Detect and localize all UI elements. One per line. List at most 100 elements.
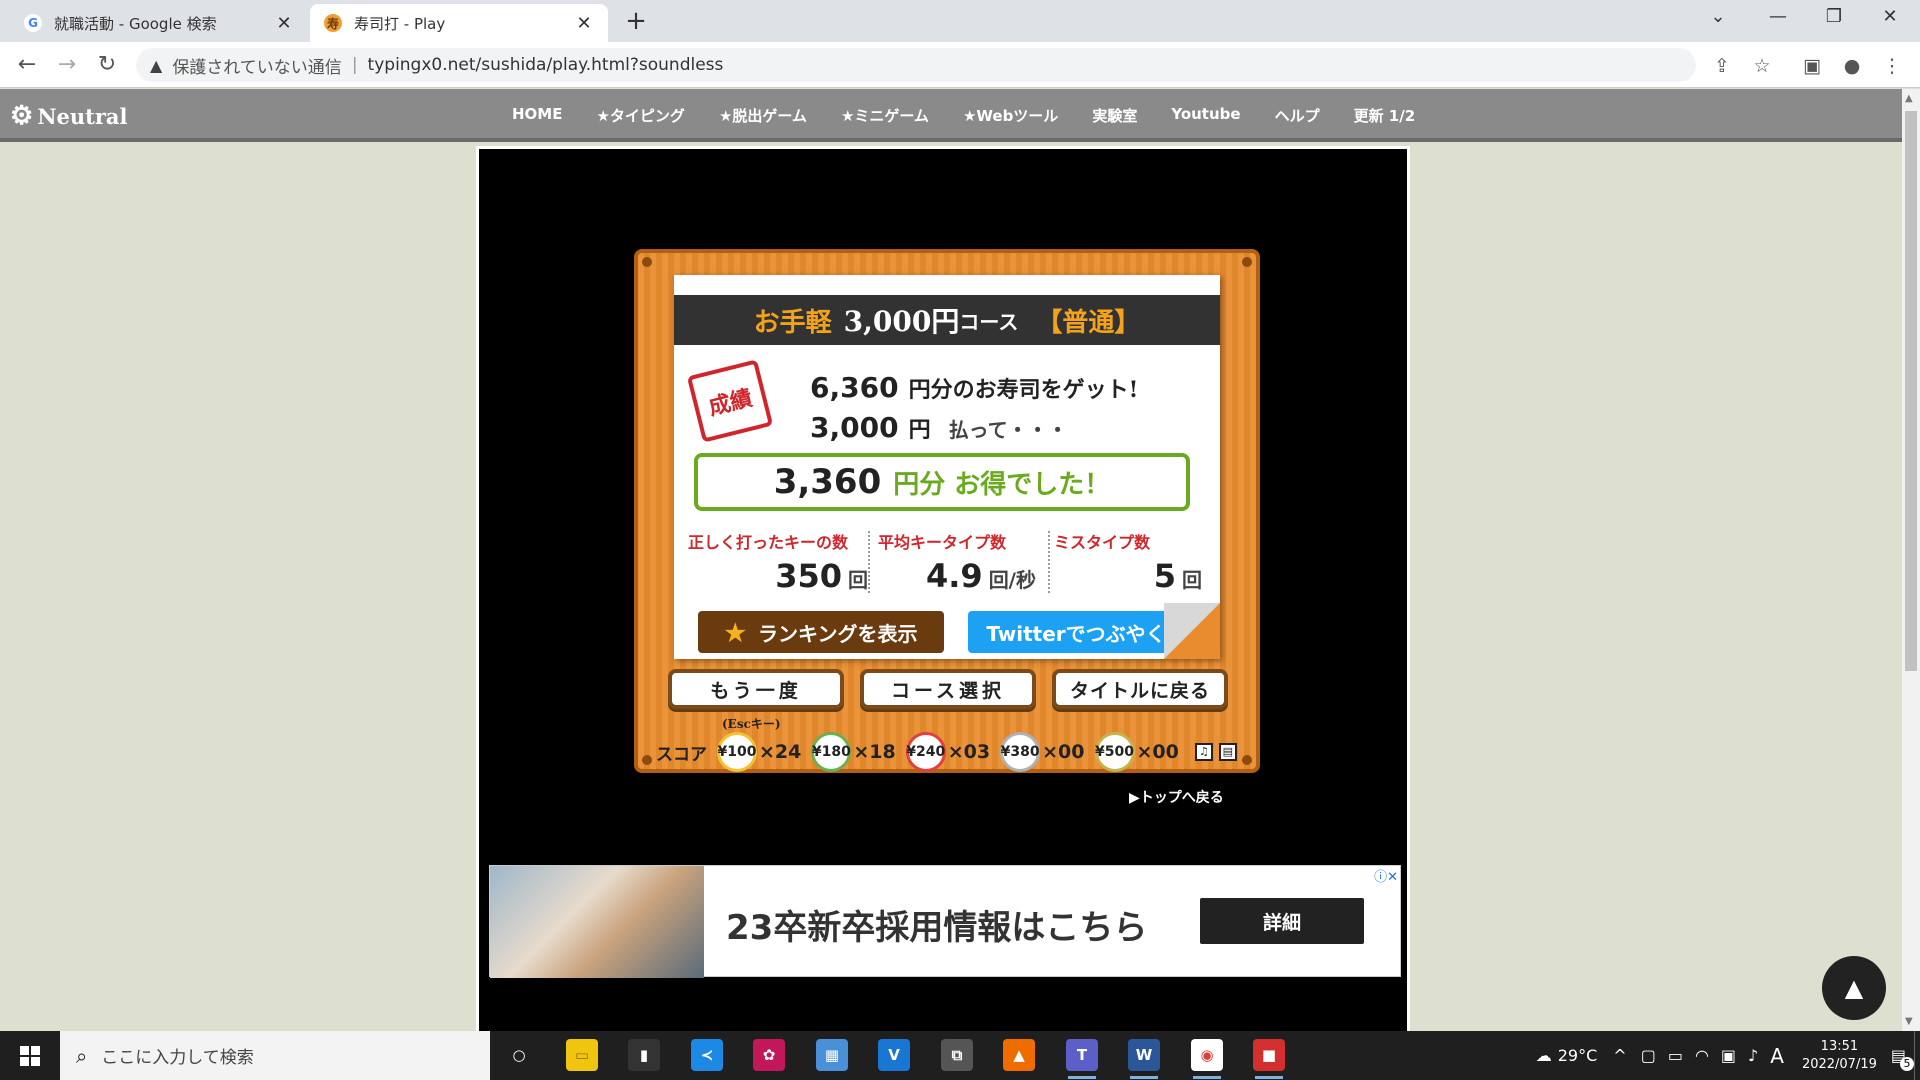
nav-lab[interactable]: 実験室	[1092, 105, 1137, 126]
scrollbar-thumb[interactable]	[1905, 111, 1917, 671]
new-tab-button[interactable]: +	[620, 6, 652, 36]
terminal-icon[interactable]: ▮	[628, 1039, 660, 1071]
game-area: お手軽 3,000円 コース 【普通】 成績 6,360 円分のお寿司をゲット!…	[476, 146, 1410, 1031]
course-banner: お手軽 3,000円 コース 【普通】	[674, 295, 1220, 345]
settings-icon[interactable]: ▤	[1218, 743, 1237, 761]
tab-search-icon[interactable]: ⌄	[1698, 6, 1738, 27]
restore-button[interactable]: ❐	[1814, 6, 1854, 27]
tab-sushida[interactable]: 寿 寿司打 - Play ✕	[310, 4, 608, 42]
camera-icon[interactable]: ▢	[1641, 1046, 1656, 1065]
site-logo[interactable]: ⚙ Neutral	[10, 101, 128, 131]
course-select-button[interactable]: コース選択	[860, 669, 1036, 709]
share-icon[interactable]: ⇪	[1708, 52, 1736, 80]
ad-photo	[490, 866, 704, 978]
vnc-viewer-icon[interactable]: V	[878, 1039, 910, 1071]
chrome-icon[interactable]: ◉	[1191, 1039, 1223, 1079]
back-button[interactable]: ←	[12, 50, 42, 80]
remote-desktop-icon[interactable]: ⧉	[941, 1039, 973, 1071]
show-desktop-button[interactable]	[1914, 1031, 1920, 1080]
stat-misses: ミスタイプ数 5回	[1054, 529, 1202, 595]
show-ranking-button[interactable]: ★ ランキングを表示	[698, 611, 944, 653]
vscode-icon[interactable]: ≺	[691, 1039, 723, 1071]
close-icon[interactable]: ✕	[274, 13, 294, 34]
ime-indicator[interactable]: A	[1770, 1044, 1784, 1068]
word-icon[interactable]: W	[1128, 1039, 1160, 1079]
url-text[interactable]: typingx0.net/sushida/play.html?soundless	[368, 55, 724, 75]
warning-icon[interactable]: ▲	[150, 56, 162, 75]
close-icon[interactable]: ✕	[574, 13, 594, 34]
ad-detail-button[interactable]: 詳細	[1200, 898, 1364, 944]
back-to-title-button[interactable]: タイトルに戻る	[1052, 669, 1228, 709]
control-panel-icon[interactable]: ▦	[816, 1039, 848, 1071]
notification-icon[interactable]: ▤ 5	[1891, 1046, 1914, 1071]
display-icon[interactable]: ▣	[1721, 1046, 1736, 1065]
file-explorer-icon[interactable]: ▭	[566, 1039, 598, 1071]
plate-count: ×03	[947, 741, 991, 763]
teams-icon[interactable]: T	[1066, 1039, 1098, 1079]
tab-title: 就職活動 - Google 検索	[54, 14, 217, 33]
app-icon[interactable]: ■	[1253, 1039, 1285, 1079]
weather-temp[interactable]: 29°C	[1558, 1046, 1598, 1065]
clock[interactable]: 13:51 2022/07/19	[1802, 1038, 1877, 1074]
profit-amount: 3,360	[773, 462, 882, 502]
chevron-up-icon[interactable]: ^	[1613, 1046, 1626, 1065]
scroll-up-icon[interactable]: ▲	[1905, 93, 1913, 104]
menu-icon[interactable]: ⋮	[1878, 52, 1906, 80]
stat-label: ミスタイプ数	[1054, 533, 1151, 552]
browser-toolbar: ← → ↻ ▲ 保護されていない通信 | typingx0.net/sushid…	[0, 42, 1920, 88]
system-tray: ☁ 29°C ^ ▢ ▭ ◠ ▣ ♪ A 13:51 2022/07/19 ▤ 5	[1536, 1031, 1920, 1080]
forward-button[interactable]: →	[52, 50, 82, 80]
close-window-button[interactable]: ✕	[1870, 6, 1910, 27]
nav-youtube[interactable]: Youtube	[1171, 105, 1240, 126]
nav-help[interactable]: ヘルプ	[1275, 105, 1320, 126]
taskbar-search[interactable]: ⌕ ここに入力して検索	[60, 1031, 490, 1080]
earned-text: 円分のお寿司をゲット!	[908, 377, 1139, 403]
nav-home[interactable]: HOME	[512, 105, 562, 126]
windows-icon	[20, 1045, 40, 1066]
ad-choices-icon[interactable]: ⓘ✕	[1374, 866, 1398, 885]
shapes-app-icon[interactable]: ▲	[1003, 1039, 1035, 1071]
nav-mini-game[interactable]: ★ミニゲーム	[841, 105, 929, 126]
start-button[interactable]	[0, 1031, 60, 1080]
site-header: ⚙ Neutral HOME ★タイピング ★脱出ゲーム ★ミニゲーム ★Web…	[0, 89, 1902, 142]
reload-button[interactable]: ↻	[92, 50, 122, 80]
windows-taskbar: ⌕ ここに入力して検索 ○ ▭ ▮ ≺ ✿ ▦ V ⧉ ▲ T W ◉ ■ ☁ …	[0, 1031, 1920, 1080]
weather-icon[interactable]: ☁	[1536, 1046, 1552, 1065]
stat-avg-keys: 平均キータイプ数 4.9 回/秒	[878, 529, 1036, 595]
sound-icon[interactable]: ♫	[1194, 743, 1213, 761]
battery-icon[interactable]: ▭	[1668, 1046, 1683, 1065]
plate-count: ×18	[853, 741, 896, 763]
tab-google-search[interactable]: G 就職活動 - Google 検索 ✕	[10, 4, 308, 42]
twitter-share-button[interactable]: Twitterでつぶやく	[968, 611, 1184, 653]
result-sheet: お手軽 3,000円 コース 【普通】 成績 6,360 円分のお寿司をゲット!…	[674, 275, 1220, 659]
clock-date: 2022/07/19	[1801, 1056, 1877, 1072]
page-scrollbar[interactable]: ▲ ▼	[1902, 89, 1920, 1031]
notification-count: 5	[1900, 1057, 1914, 1071]
retry-button[interactable]: もう一度	[668, 669, 844, 709]
bookmark-star-icon[interactable]: ☆	[1748, 52, 1776, 80]
ad-banner[interactable]: 23卒新卒採用情報はこちら 詳細 ⓘ✕	[489, 865, 1401, 978]
scroll-to-top-button[interactable]: ▲	[1822, 956, 1886, 1020]
back-to-top-link[interactable]: ▶トップへ戻る	[1129, 787, 1224, 807]
stat-correct-keys: 正しく打ったキーの数 350 回	[688, 529, 868, 595]
nav-updates[interactable]: 更新 1/2	[1354, 105, 1416, 126]
side-panel-icon[interactable]: ▣	[1798, 52, 1826, 80]
paid-amount: 3,000	[810, 411, 899, 444]
task-view-icon[interactable]: ○	[503, 1039, 535, 1071]
profit-box: 3,360 円分 お得でした！	[694, 453, 1190, 511]
raspberry-pi-icon[interactable]: ✿	[753, 1039, 785, 1071]
profile-avatar-icon[interactable]: ●	[1838, 52, 1866, 80]
nav-web-tools[interactable]: ★Webツール	[963, 105, 1058, 126]
wifi-icon[interactable]: ◠	[1695, 1046, 1709, 1065]
address-bar[interactable]: ▲ 保護されていない通信 | typingx0.net/sushida/play…	[136, 48, 1696, 82]
volume-muted-icon[interactable]: ♪	[1748, 1046, 1758, 1065]
scroll-down-icon[interactable]: ▼	[1905, 1016, 1913, 1027]
stat-unit: 回	[1182, 568, 1202, 592]
search-icon: ⌕	[76, 1043, 88, 1068]
nav-typing[interactable]: ★タイピング	[596, 105, 684, 126]
course-difficulty: 【普通】	[1036, 307, 1141, 338]
nav-escape-game[interactable]: ★脱出ゲーム	[719, 105, 807, 126]
minimize-button[interactable]: —	[1758, 6, 1798, 27]
stat-unit: 回/秒	[988, 568, 1036, 592]
tab-title: 寿司打 - Play	[354, 14, 446, 33]
